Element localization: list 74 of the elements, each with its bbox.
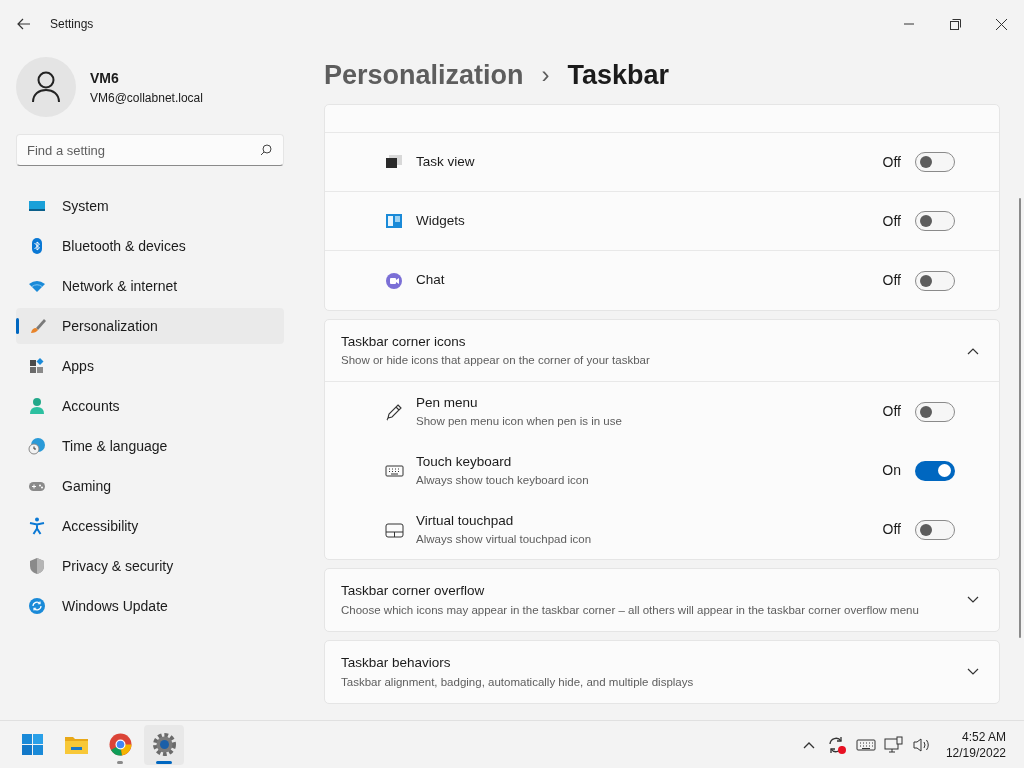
- page-title: Taskbar: [567, 58, 670, 92]
- section-title: Taskbar corner icons: [341, 332, 467, 351]
- shield-icon: [28, 557, 46, 575]
- sidebar-item[interactable]: Personalization: [16, 308, 284, 344]
- sidebar-item[interactable]: Bluetooth & devices: [16, 228, 284, 264]
- apps-icon: [28, 357, 46, 375]
- setting-label: Task view: [416, 152, 475, 171]
- toggle-state-label: Off: [882, 211, 901, 231]
- volume-icon[interactable]: [911, 736, 932, 753]
- section-title: Taskbar behaviors: [341, 654, 452, 673]
- sidebar-item[interactable]: System: [16, 188, 284, 224]
- search-icon: [260, 144, 272, 156]
- sidebar-item[interactable]: Accounts: [16, 388, 284, 424]
- toggle-switch[interactable]: [915, 460, 955, 481]
- network-icon[interactable]: [883, 735, 904, 754]
- sidebar-item[interactable]: Windows Update: [16, 588, 284, 624]
- toggle-state-label: Off: [882, 271, 901, 290]
- clock-globe-icon: [28, 437, 46, 455]
- window-title: Settings: [50, 16, 94, 33]
- toggle-state-label: Off: [882, 152, 901, 172]
- section-title: Taskbar corner overflow: [341, 582, 486, 601]
- widgets-icon: [385, 212, 404, 230]
- sidebar-item[interactable]: Network & internet: [16, 268, 284, 304]
- back-arrow-icon: [17, 18, 31, 30]
- section-description: Taskbar alignment, badging, automatically hide, and multiple displays: [341, 674, 694, 690]
- expand-chevron-icon[interactable]: [967, 596, 979, 604]
- gear-icon: [150, 731, 178, 758]
- breadcrumb-separator: ›: [541, 60, 550, 90]
- breadcrumb-parent[interactable]: Personalization: [324, 54, 524, 96]
- selection-indicator: [16, 318, 19, 334]
- setting-label: Chat: [416, 271, 445, 290]
- taskbar-app-button[interactable]: [144, 724, 184, 765]
- setting-label: Virtual touchpad: [416, 511, 515, 530]
- expand-chevron-icon[interactable]: [967, 668, 979, 676]
- browser-icon: [106, 731, 134, 758]
- person-icon: [28, 397, 46, 415]
- close-icon: [995, 18, 1007, 30]
- accessibility-icon: [28, 517, 46, 535]
- sidebar-item[interactable]: Apps: [16, 348, 284, 384]
- touchpad-icon: [385, 520, 404, 539]
- pen-icon: [385, 402, 404, 421]
- setting-description: Always show virtual touchpad icon: [416, 532, 592, 547]
- setting-description: Always show touch keyboard icon: [416, 473, 589, 488]
- search-field[interactable]: Find a setting: [16, 134, 284, 166]
- toggle-switch[interactable]: [915, 270, 955, 291]
- section-description: Choose which icons may appear in the taskbar corner – all others will appear in the taskbar corner overflow menu: [341, 602, 919, 618]
- sidebar-item[interactable]: Time & language: [16, 428, 284, 464]
- chevron-up-icon: [802, 740, 815, 749]
- chat-icon: [385, 271, 404, 290]
- maximize-icon: [949, 18, 961, 30]
- section-description: Show or hide icons that appear on the corner of your taskbar: [341, 353, 650, 368]
- user-name: VM6: [90, 68, 120, 88]
- sidebar-item[interactable]: Privacy & security: [16, 548, 284, 584]
- scrollbar-thumb[interactable]: [1019, 198, 1021, 638]
- sidebar-item[interactable]: Gaming: [16, 468, 284, 504]
- toggle-state-label: Off: [882, 520, 901, 539]
- toggle-switch[interactable]: [915, 152, 955, 172]
- setting-label: Widgets: [416, 211, 465, 230]
- setting-label: Touch keyboard: [416, 452, 513, 471]
- update-icon: [28, 597, 46, 615]
- setting-label: Pen menu: [416, 393, 479, 412]
- user-email: VM6@collabnet.local: [90, 89, 203, 107]
- toggle-state-label: On: [882, 461, 901, 480]
- collapse-chevron-icon[interactable]: [967, 346, 979, 355]
- toggle-switch[interactable]: [915, 401, 955, 422]
- paintbrush-icon: [28, 317, 46, 335]
- toggle-switch[interactable]: [915, 519, 955, 540]
- clock[interactable]: 4:52 AM 12/19/2022: [945, 728, 1006, 761]
- keyboard-icon[interactable]: [855, 737, 876, 752]
- task-view-icon: [385, 153, 404, 171]
- toggle-switch[interactable]: [915, 211, 955, 231]
- sidebar-item[interactable]: Accessibility: [16, 508, 284, 544]
- setting-description: Show pen menu icon when pen is in use: [416, 414, 622, 429]
- toggle-state-label: Off: [882, 402, 901, 421]
